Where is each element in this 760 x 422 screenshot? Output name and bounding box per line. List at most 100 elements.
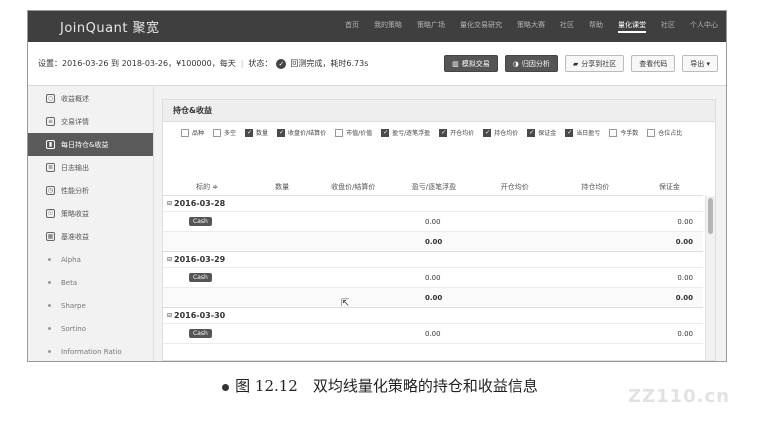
sidebar-item-strategy-returns[interactable]: ☉ 策略收益	[28, 202, 153, 225]
share-community-button[interactable]: ▰ 分享到社区	[564, 55, 625, 72]
checkbox[interactable]	[245, 128, 254, 137]
toggle-margin[interactable]: 保证金	[527, 128, 556, 137]
log-icon: ≣	[46, 163, 55, 172]
sidebar-subitem-info-ratio[interactable]: Information Ratio	[28, 340, 153, 361]
scrollbar-thumb[interactable]	[708, 198, 713, 234]
checkbox[interactable]	[609, 128, 618, 137]
pnl-value: 0.00	[425, 329, 441, 338]
date-label: 2016-03-30	[174, 311, 226, 320]
sidebar-item-logs[interactable]: ≣ 日志输出	[28, 156, 153, 179]
nav-item-classroom[interactable]: 量化课堂	[618, 20, 646, 33]
status-text: 回测完成，耗时6.73s	[290, 59, 369, 68]
export-dropdown[interactable]: 导出 ▾	[682, 55, 718, 72]
bullet-icon	[48, 350, 51, 353]
nav-item-community-2[interactable]: 社区	[661, 20, 675, 33]
sidebar-subitem-alpha[interactable]: Alpha	[28, 248, 153, 271]
chart-icon: ▮	[46, 140, 55, 149]
toolbar-buttons: ▥ 模拟交易 ◑ 归因分析 ▰ 分享到社区 查看代码 导出 ▾	[444, 55, 718, 72]
date-group-row[interactable]: ⊟ 2016-03-29	[163, 252, 703, 268]
toggle-label: 盈亏/逐笔浮盈	[392, 130, 431, 137]
date-group-row[interactable]: ⊟ 2016-03-28	[163, 196, 703, 212]
checkbox[interactable]	[439, 128, 448, 137]
nav-item-profile[interactable]: 个人中心	[690, 20, 718, 33]
nav-item-my-strategies[interactable]: 我的策略	[374, 20, 402, 33]
checkbox[interactable]	[565, 128, 574, 137]
toggle-hold-avg[interactable]: 持仓均价	[483, 128, 518, 137]
toggle-market-value[interactable]: 市值/价值	[335, 128, 372, 137]
sidebar-item-performance[interactable]: ◷ 性能分析	[28, 179, 153, 202]
sidebar-item-label: 基准收益	[61, 232, 89, 241]
nav-item-community[interactable]: 社区	[560, 20, 574, 33]
checkbox[interactable]	[381, 128, 390, 137]
toggle-daily-pnl[interactable]: 当日盈亏	[565, 128, 600, 137]
nav-item-home[interactable]: 首页	[345, 20, 359, 33]
sidebar-item-positions[interactable]: ▮ 每日持仓&收益	[28, 133, 153, 156]
checkbox[interactable]	[483, 128, 492, 137]
bullet-icon	[48, 304, 51, 307]
table-row: Cash 0.00 0.00	[163, 324, 703, 344]
sidebar-item-benchmark[interactable]: ▦ 基准收益	[28, 225, 153, 248]
toggle-label: 持仓均价	[494, 130, 519, 137]
chart-icon: ▥	[452, 59, 459, 68]
sidebar-subitem-label: Information Ratio	[61, 347, 122, 356]
col-symbol-header[interactable]: 标的 ≑	[163, 182, 251, 195]
total-pnl-value: 0.00	[425, 237, 443, 246]
sidebar-item-overview[interactable]: ○ 收益概述	[28, 87, 153, 110]
toggle-label: 开仓均价	[450, 130, 475, 137]
nav-item-research[interactable]: 量化交易研究	[460, 20, 502, 33]
margin-value: 0.00	[677, 217, 693, 226]
sidebar-item-label: 交易详情	[61, 117, 89, 126]
toggle-close-price[interactable]: 收盘价/结算价	[277, 128, 326, 137]
sidebar-subitem-beta[interactable]: Beta	[28, 271, 153, 294]
sidebar-item-label: 日志输出	[61, 163, 89, 172]
sidebar-item-label: 收益概述	[61, 94, 89, 103]
main-nav: 首页 我的策略 策略广场 量化交易研究 策略大赛 社区 帮助 量化课堂 社区 个…	[345, 20, 718, 33]
toggle-quantity[interactable]: 数量	[245, 128, 268, 137]
toggle-label: 当日盈亏	[576, 130, 601, 137]
checkbox[interactable]	[213, 128, 222, 137]
toggle-label: 市值/价值	[346, 130, 373, 137]
sidebar-item-trades[interactable]: ≡ 交易详情	[28, 110, 153, 133]
simulate-trade-button[interactable]: ▥ 模拟交易	[444, 55, 498, 72]
cash-badge: Cash	[189, 217, 212, 226]
column-toggles: 品种 多空 数量 收盘价/结算价 市值/价值 盈亏/逐笔浮盈 开仓均价 持仓均价…	[163, 122, 715, 137]
nav-item-help[interactable]: 帮助	[589, 20, 603, 33]
bullet-icon	[48, 258, 51, 261]
date-group-row[interactable]: ⊟ 2016-03-30	[163, 308, 703, 324]
nav-item-strategy-square[interactable]: 策略广场	[417, 20, 445, 33]
sidebar-subitem-sharpe[interactable]: Sharpe	[28, 294, 153, 317]
toggle-long-short[interactable]: 多空	[213, 128, 236, 137]
check-circle-icon: ✓	[276, 58, 287, 69]
vertical-scrollbar[interactable]	[705, 196, 715, 360]
collapse-icon[interactable]: ⊟	[167, 312, 172, 319]
sidebar-item-label: 每日持仓&收益	[61, 140, 109, 149]
toggle-open-avg[interactable]: 开仓均价	[439, 128, 474, 137]
collapse-icon[interactable]: ⊟	[167, 256, 172, 263]
checkbox[interactable]	[181, 128, 189, 137]
brand-logo[interactable]: JoinQuant 聚宽	[60, 17, 160, 36]
col-close-header: 收盘价/结算价	[331, 183, 376, 191]
toggle-symbol[interactable]: 品种	[181, 128, 204, 137]
nav-item-contest[interactable]: 策略大赛	[517, 20, 545, 33]
sidebar-subitem-sortino[interactable]: Sortino	[28, 317, 153, 340]
checkbox[interactable]	[527, 128, 536, 137]
collapse-icon[interactable]: ⊟	[167, 200, 172, 207]
toggle-label: 品种	[192, 130, 205, 137]
toggle-pnl[interactable]: 盈亏/逐笔浮盈	[381, 128, 430, 137]
toggle-label: 数量	[256, 130, 269, 137]
col-margin-header: 保证金	[658, 183, 680, 191]
pnl-value: 0.00	[425, 273, 441, 282]
total-pnl-value: 0.00	[425, 293, 443, 302]
toggle-position-ratio[interactable]: 仓位占比	[647, 128, 682, 137]
checkbox[interactable]	[335, 128, 344, 137]
margin-value: 0.00	[677, 273, 693, 282]
checkbox[interactable]	[277, 128, 286, 137]
view-code-button[interactable]: 查看代码	[631, 55, 676, 72]
checkbox[interactable]	[647, 128, 656, 137]
comment-icon: ▰	[572, 59, 579, 68]
sidebar-subitem-label: Alpha	[61, 255, 81, 264]
col-hold-avg-header: 持仓均价	[581, 183, 610, 191]
toggle-today-lots[interactable]: 今手数	[609, 128, 638, 137]
attribution-analysis-button[interactable]: ◑ 归因分析	[504, 55, 558, 72]
status-label: 状态：	[248, 59, 273, 68]
